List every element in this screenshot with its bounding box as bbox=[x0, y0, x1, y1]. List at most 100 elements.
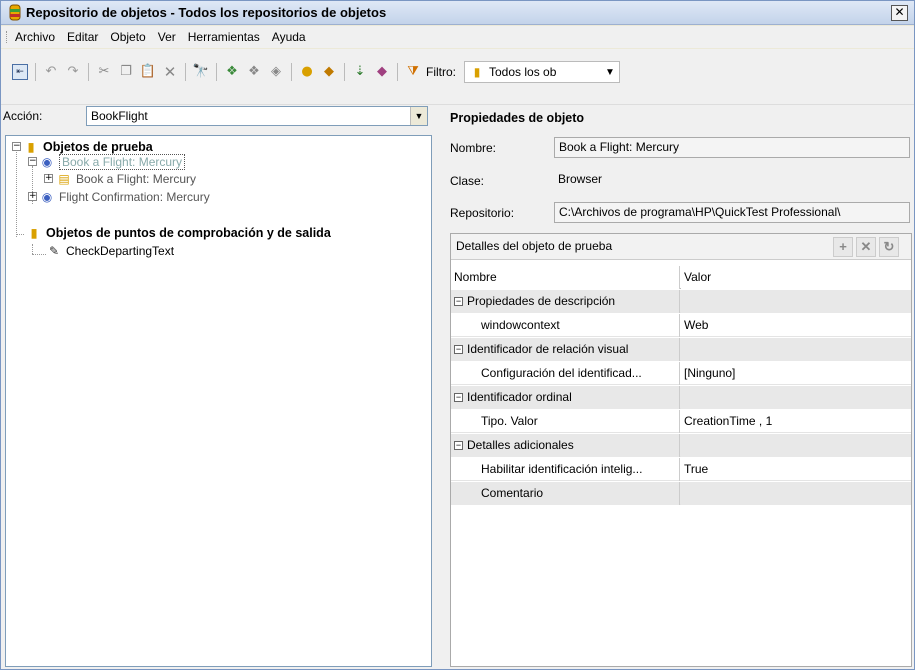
collapse-toggle[interactable]: − bbox=[28, 157, 37, 166]
tree-node-browser-flight-confirmation[interactable]: ◉ Flight Confirmation: Mercury bbox=[39, 188, 210, 205]
property-name: windowcontext bbox=[451, 314, 680, 337]
menu-archivo[interactable]: Archivo bbox=[15, 30, 55, 44]
property-name: Tipo. Valor bbox=[451, 410, 680, 433]
repository-icon: ▮ bbox=[30, 225, 38, 240]
category-label: Propiedades de descripción bbox=[467, 294, 616, 308]
repositorio-label: Repositorio: bbox=[450, 206, 515, 220]
associate-repos-icon[interactable]: ⇣ bbox=[352, 64, 368, 80]
highlight-icon[interactable]: ◈ bbox=[268, 64, 284, 80]
repositorio-field: C:\Archivos de programa\HP\QuickTest Pro… bbox=[554, 202, 910, 223]
page-icon: ▤ bbox=[58, 171, 70, 186]
add-objects-icon[interactable]: ❖ bbox=[224, 64, 240, 80]
menu-grip bbox=[6, 31, 9, 43]
find-icon[interactable]: 🔭 bbox=[193, 64, 209, 80]
tree-line bbox=[16, 234, 24, 235]
category-row[interactable]: − Propiedades de descripción bbox=[451, 290, 911, 313]
menu-ver[interactable]: Ver bbox=[158, 30, 176, 44]
category-label: Identificador ordinal bbox=[467, 390, 572, 404]
details-title: Detalles del objeto de prueba bbox=[456, 239, 613, 253]
column-header-nombre[interactable]: Nombre bbox=[451, 266, 680, 289]
property-name: Configuración del identificad... bbox=[451, 362, 680, 385]
copy-icon[interactable]: ❐ bbox=[118, 64, 134, 80]
local-objects-icon[interactable]: ◆ bbox=[374, 64, 390, 80]
menu-bar: Archivo Editar Objeto Ver Herramientas A… bbox=[1, 26, 914, 48]
tree-node-page-book-a-flight[interactable]: ▤ Book a Flight: Mercury bbox=[56, 170, 196, 187]
menu-herramientas[interactable]: Herramientas bbox=[188, 30, 260, 44]
category-label: Detalles adicionales bbox=[467, 438, 574, 452]
redo-icon[interactable]: ↷ bbox=[65, 64, 81, 80]
delete-icon[interactable]: ✕ bbox=[162, 64, 178, 80]
property-name: Habilitar identificación intelig... bbox=[451, 458, 680, 481]
category-row[interactable]: − Identificador ordinal bbox=[451, 386, 911, 409]
browser-icon: ◉ bbox=[41, 189, 53, 204]
checkpoint-icon[interactable]: ● bbox=[299, 64, 315, 80]
property-row[interactable]: Habilitar identificación intelig... True bbox=[451, 458, 911, 481]
left-pane: Acción: BookFlight ▼ − ▮ Objetos de prue… bbox=[1, 105, 434, 669]
toolbar-separator bbox=[35, 63, 36, 81]
paste-icon[interactable]: 📋 bbox=[140, 64, 156, 80]
pane-splitter[interactable] bbox=[434, 105, 444, 669]
tree-node-objetos-de-puntos[interactable]: ▮ Objetos de puntos de comprobación y de… bbox=[26, 224, 331, 241]
nombre-field[interactable]: Book a Flight: Mercury bbox=[554, 137, 910, 158]
menu-ayuda[interactable]: Ayuda bbox=[272, 30, 306, 44]
category-row[interactable]: − Identificador de relación visual bbox=[451, 338, 911, 361]
property-value[interactable] bbox=[681, 482, 911, 505]
object-repository-window: Repositorio de objetos - Todos los repos… bbox=[0, 0, 915, 670]
toolbar-buttons: ⇤ ↶ ↷ ✂ ❐ 📋 ✕ 🔭 ❖ ❖ ◈ ● ◆ ⇣ ◆ ⧩ Filtro: bbox=[9, 61, 620, 83]
properties-title: Propiedades de objeto bbox=[450, 111, 585, 125]
tree-node-label: CheckDepartingText bbox=[66, 243, 175, 258]
tree-node-label: Objetos de prueba bbox=[43, 139, 153, 154]
tree-node-check-departing-text[interactable]: ✎ CheckDepartingText bbox=[46, 242, 174, 259]
property-name: Comentario bbox=[451, 482, 680, 505]
navigate-icon[interactable]: ⇤ bbox=[12, 64, 28, 80]
property-value[interactable]: [Ninguno] bbox=[681, 362, 911, 385]
tree-node-label: Book a Flight: Mercury bbox=[76, 171, 197, 186]
remove-property-button[interactable]: ✕ bbox=[856, 237, 876, 257]
details-panel: Detalles del objeto de prueba + ✕ ↻ Nomb… bbox=[450, 233, 912, 667]
window-title: Repositorio de objetos - Todos los repos… bbox=[26, 5, 387, 20]
title-bar: Repositorio de objetos - Todos los repos… bbox=[1, 1, 914, 25]
menu-objeto[interactable]: Objeto bbox=[110, 30, 145, 44]
output-value-icon[interactable]: ◆ bbox=[321, 64, 337, 80]
property-row[interactable]: Tipo. Valor CreationTime , 1 bbox=[451, 410, 911, 433]
expand-toggle[interactable]: + bbox=[44, 174, 53, 183]
category-value bbox=[681, 434, 911, 457]
property-value[interactable]: True bbox=[681, 458, 911, 481]
filter-icon: ⧩ bbox=[407, 64, 419, 79]
tree-node-label: Flight Confirmation: Mercury bbox=[59, 189, 210, 204]
property-row[interactable]: windowcontext Web bbox=[451, 314, 911, 337]
category-row[interactable]: − Detalles adicionales bbox=[451, 434, 911, 457]
clase-label: Clase: bbox=[450, 174, 485, 188]
refresh-button[interactable]: ↻ bbox=[879, 237, 899, 257]
update-from-app-icon[interactable]: ❖ bbox=[246, 64, 262, 80]
repository-icon bbox=[9, 4, 21, 21]
cut-icon[interactable]: ✂ bbox=[96, 64, 112, 80]
property-value[interactable]: CreationTime , 1 bbox=[681, 410, 911, 433]
toolbar-separator bbox=[291, 63, 292, 81]
category-value bbox=[681, 338, 911, 361]
filter-dropdown[interactable]: ▮ Todos los ob ▼ bbox=[464, 61, 620, 83]
column-header-valor[interactable]: Valor bbox=[681, 266, 911, 289]
collapse-toggle[interactable]: − bbox=[454, 345, 463, 355]
category-value bbox=[681, 386, 911, 409]
close-button[interactable]: ✕ bbox=[891, 5, 908, 21]
menu-editar[interactable]: Editar bbox=[67, 30, 98, 44]
tree-node-browser-book-a-flight[interactable]: ◉ Book a Flight: Mercury bbox=[39, 153, 186, 170]
object-tree[interactable]: − ▮ Objetos de prueba − ◉ Book a Flight:… bbox=[5, 135, 432, 667]
property-row[interactable]: Configuración del identificad... [Ningun… bbox=[451, 362, 911, 385]
repository-icon: ▮ bbox=[27, 139, 35, 154]
undo-icon[interactable]: ↶ bbox=[43, 64, 59, 80]
add-property-button[interactable]: + bbox=[833, 237, 853, 257]
toolbar-separator bbox=[397, 63, 398, 81]
collapse-toggle[interactable]: − bbox=[12, 142, 21, 151]
tree-line bbox=[16, 150, 17, 237]
expand-toggle[interactable]: + bbox=[28, 192, 37, 201]
property-value[interactable]: Web bbox=[681, 314, 911, 337]
collapse-toggle[interactable]: − bbox=[454, 441, 463, 451]
collapse-toggle[interactable]: − bbox=[454, 393, 463, 403]
property-row[interactable]: Comentario bbox=[451, 482, 911, 505]
collapse-toggle[interactable]: − bbox=[454, 297, 463, 307]
accion-dropdown[interactable]: BookFlight ▼ bbox=[86, 106, 428, 126]
toolbar-separator bbox=[344, 63, 345, 81]
chevron-down-icon[interactable]: ▼ bbox=[410, 107, 427, 125]
